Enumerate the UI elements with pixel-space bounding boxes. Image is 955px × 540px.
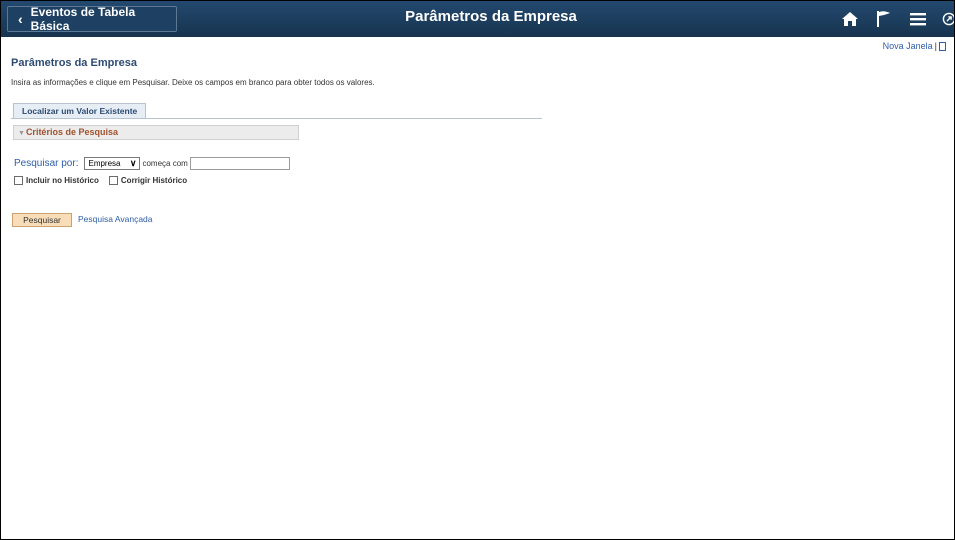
chevron-down-icon: ∨ (129, 158, 137, 168)
banner-icons (826, 1, 954, 37)
correct-history-checkbox[interactable] (108, 176, 118, 185)
chevron-left-icon: ‹ (18, 11, 23, 27)
include-history-checkbox[interactable] (14, 176, 23, 185)
history-options: Incluir no Histórico Corrigir Histórico (14, 176, 187, 185)
search-by-select[interactable]: Empresa ∨ (84, 157, 141, 170)
tab-divider (11, 118, 542, 119)
back-button[interactable]: ‹ Eventos de Tabela Básica (7, 5, 177, 33)
search-by-value: Empresa (88, 159, 121, 168)
link-separator: | (934, 41, 937, 51)
advanced-search-link[interactable]: Pesquisa Avançada (78, 214, 153, 224)
help-icon[interactable] (939, 42, 946, 52)
page-title: Parâmetros da Empresa (11, 57, 137, 69)
window-links: Nova Janela | (883, 41, 946, 52)
include-history-label: Incluir no Histórico (26, 176, 99, 185)
menu-icon[interactable] (908, 9, 928, 29)
top-banner: ‹ Eventos de Tabela Básica Parâmetros da… (1, 1, 954, 37)
search-by-row: Pesquisar por: Empresa ∨ começa com (14, 157, 290, 170)
app-frame: ‹ Eventos de Tabela Básica Parâmetros da… (0, 0, 955, 540)
correct-history-label: Corrigir Histórico (120, 176, 188, 185)
back-button-label: Eventos de Tabela Básica (30, 5, 136, 33)
search-criteria-section[interactable]: ▼Critérios de Pesquisa (13, 125, 299, 140)
search-button[interactable]: Pesquisar (12, 213, 72, 227)
instructions-text: Insira as informações e clique em Pesqui… (11, 78, 375, 87)
banner-title: Parâmetros da Empresa (405, 8, 577, 25)
search-criteria-label: Critérios de Pesquisa (25, 127, 118, 137)
home-icon[interactable] (840, 9, 860, 29)
navbar-icon[interactable] (942, 9, 954, 29)
collapse-triangle-icon: ▼ (18, 130, 25, 137)
tab-find-existing-value[interactable]: Localizar um Valor Existente (13, 103, 147, 119)
condition-text: começa com (142, 159, 188, 168)
flag-icon[interactable] (874, 9, 894, 29)
new-window-link[interactable]: Nova Janela (883, 41, 933, 51)
search-by-label: Pesquisar por: (14, 158, 79, 169)
search-value-input[interactable] (189, 157, 290, 170)
